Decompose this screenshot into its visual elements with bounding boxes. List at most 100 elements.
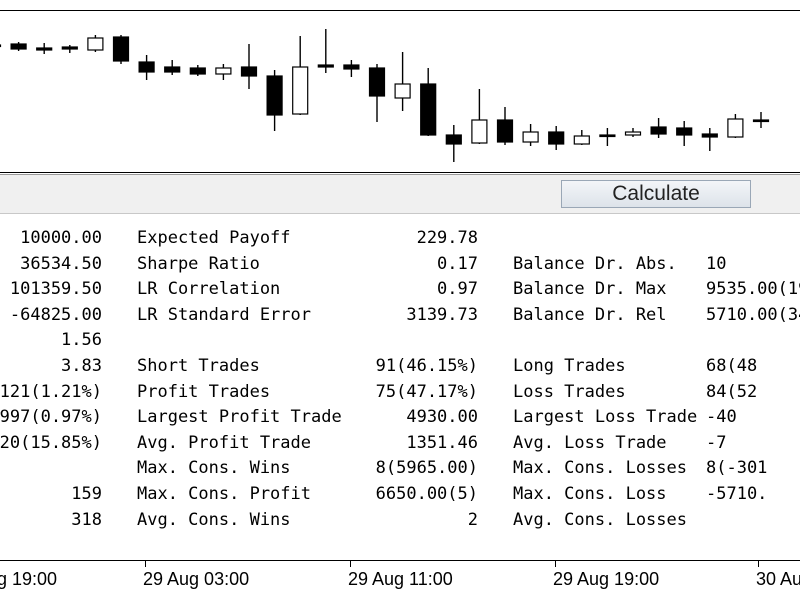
stat-value: 5710.00(34	[706, 304, 800, 325]
stat-label: Max. Cons. Loss	[513, 484, 667, 504]
backtest-report-panel: Calculate 10000.00 36534.50 101359.50 -6482…	[0, 174, 800, 559]
candle-body	[599, 134, 616, 138]
stat-label: Loss Trades	[513, 381, 626, 402]
candle	[87, 35, 104, 52]
candle	[61, 45, 78, 53]
stat-value: 2	[467, 509, 478, 530]
candle	[394, 52, 411, 111]
candle-body	[164, 66, 181, 73]
candle	[112, 35, 130, 64]
stat-label: Avg. Profit Trade	[137, 432, 311, 453]
stat-value: 101359.50	[9, 279, 102, 300]
candle-body	[61, 46, 78, 50]
candle-body	[752, 119, 770, 123]
candle-body	[10, 43, 27, 50]
stat-value: 75(47.17%)	[375, 381, 478, 402]
calculate-button[interactable]: Calculate	[561, 180, 751, 208]
time-axis: g 19:00 29 Aug 03:00 29 Aug 11:00 29 Aug 19…	[0, 560, 800, 601]
report-toolbar: Calculate	[0, 175, 800, 214]
stat-value: 8(-301	[706, 458, 768, 479]
candle-body	[676, 127, 693, 136]
stat-label: Largest Profit Trade	[137, 407, 342, 428]
time-tick	[758, 561, 759, 567]
candle-body	[522, 131, 539, 143]
candle	[624, 128, 642, 137]
stat-value: 68(48	[706, 356, 758, 376]
time-tick-label: 29 Aug 03:00	[143, 569, 250, 589]
stat-label: Profit Trades	[137, 381, 271, 402]
candle	[36, 43, 53, 54]
candle	[573, 130, 590, 145]
candle-body	[650, 126, 667, 135]
stat-label: LR Correlation	[137, 279, 281, 300]
candle-body	[548, 131, 565, 145]
candle	[727, 114, 744, 138]
stat-label: Sharpe Ratio	[137, 253, 260, 274]
candle-body	[624, 131, 642, 136]
candle	[240, 44, 258, 89]
candle-body	[343, 64, 360, 70]
candle	[548, 126, 565, 150]
time-tick-label: 30 Au	[756, 569, 800, 589]
candle-body	[496, 119, 514, 143]
candle	[471, 89, 488, 144]
candle-body	[292, 66, 309, 115]
candle-body	[36, 47, 53, 51]
time-tick	[555, 561, 556, 567]
stat-value: -40	[706, 407, 737, 428]
stat-label: Avg. Cons. Wins	[137, 509, 291, 530]
stat-value: 10000.00	[20, 228, 102, 248]
candle-body	[112, 36, 130, 62]
stat-value: 6650.00(5)	[375, 484, 478, 504]
candle-body	[0, 44, 2, 48]
stat-value: 3.83	[61, 356, 102, 376]
stat-label: Expected Payoff	[137, 228, 291, 248]
stat-value: 318	[71, 509, 102, 530]
candle-body	[727, 118, 744, 138]
candle	[701, 128, 718, 151]
stat-label: Balance Dr. Rel	[513, 304, 667, 325]
stat-value: 10	[706, 253, 727, 274]
stat-value: -5710.	[706, 484, 768, 504]
candle	[317, 29, 334, 73]
stat-value: 4930.00	[406, 407, 478, 428]
candle-body	[573, 135, 590, 145]
stat-value: 91(46.15%)	[375, 356, 478, 376]
candle	[496, 107, 514, 145]
time-tick	[145, 561, 146, 567]
candle-body	[138, 61, 155, 73]
stat-value: 36534.50	[20, 253, 102, 274]
candle	[420, 68, 437, 136]
time-tick	[350, 561, 351, 567]
stat-label: Avg. Loss Trade	[513, 432, 667, 453]
candle-body	[394, 83, 411, 99]
candlestick-series	[0, 29, 770, 162]
candle	[215, 64, 232, 80]
candle	[343, 60, 360, 77]
stat-label: Long Trades	[513, 356, 626, 376]
candle	[522, 124, 539, 146]
candle	[189, 65, 206, 76]
stat-label: Max. Cons. Profit	[137, 484, 311, 504]
candle	[266, 70, 283, 131]
stat-value: 0.97	[437, 279, 478, 300]
candle-body	[317, 64, 334, 68]
time-tick-label: g 19:00	[0, 569, 58, 589]
price-chart[interactable]	[0, 0, 800, 173]
stat-value: 159	[71, 484, 102, 504]
stat-value: 20(15.85%)	[0, 432, 102, 453]
time-tick-label: 29 Aug 19:00	[553, 569, 660, 589]
stat-value: 9535.00(19	[706, 279, 800, 300]
candle-body	[266, 75, 283, 116]
candle-body	[215, 67, 232, 75]
stat-value: 997(0.97%)	[0, 407, 102, 428]
stat-label: Avg. Cons. Losses	[513, 509, 687, 530]
candle	[650, 118, 667, 138]
candle	[0, 44, 2, 48]
stat-label: Balance Dr. Max	[513, 279, 667, 300]
candle-body	[701, 133, 718, 138]
stat-value: -64825.00	[9, 304, 102, 325]
candle-body	[87, 37, 104, 51]
candle	[599, 128, 616, 146]
candle-body	[368, 67, 386, 97]
